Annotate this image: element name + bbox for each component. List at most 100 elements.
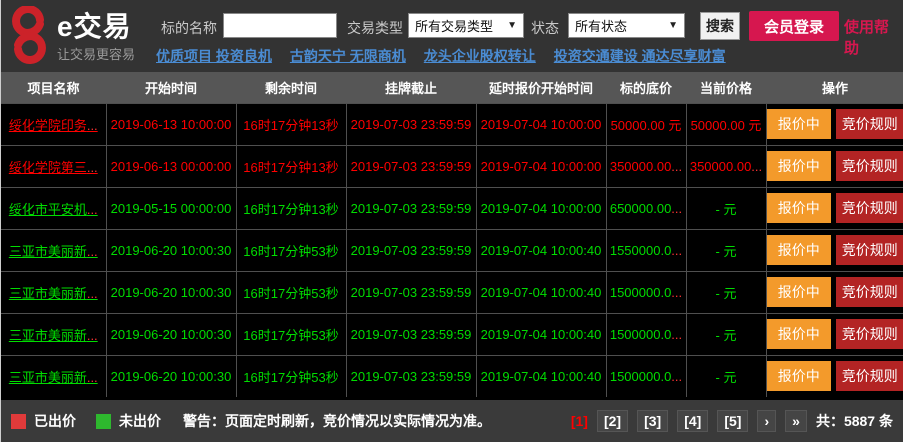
truncation-ellipsis: ... bbox=[671, 285, 682, 300]
project-name-link[interactable]: 绥化学院印务... bbox=[9, 118, 98, 133]
bid-legend-swatch bbox=[11, 414, 26, 429]
base-price-cell: 1500000.0... bbox=[606, 271, 686, 313]
column-header: 剩余时间 bbox=[236, 72, 346, 103]
bidding-rules-button[interactable]: 竞价规则 bbox=[836, 151, 903, 181]
actions-cell: 报价中竞价规则 bbox=[766, 187, 903, 229]
base-price-cell: 1500000.0... bbox=[606, 355, 686, 397]
delay-start-cell: 2019-07-04 10:00:40 bbox=[476, 355, 606, 397]
project-name-link[interactable]: 三亚市美丽新... bbox=[9, 244, 98, 259]
table-header-row: 项目名称开始时间剩余时间挂牌截止延时报价开始时间标的底价当前价格操作 bbox=[1, 72, 903, 103]
table-row: 三亚市美丽新...2019-06-20 10:00:3016时17分钟53秒20… bbox=[1, 355, 903, 397]
start-time-cell: 2019-06-20 10:00:30 bbox=[106, 313, 236, 355]
bid-legend-label: 已出价 bbox=[34, 411, 76, 431]
project-name-cell: 绥化学院印务... bbox=[1, 103, 106, 145]
page-last[interactable]: » bbox=[785, 410, 807, 432]
project-name-link[interactable]: 三亚市美丽新... bbox=[9, 286, 98, 301]
listings-table: 项目名称开始时间剩余时间挂牌截止延时报价开始时间标的底价当前价格操作 绥化学院印… bbox=[1, 72, 903, 397]
page-next[interactable]: › bbox=[757, 410, 776, 432]
bidding-button[interactable]: 报价中 bbox=[767, 277, 831, 307]
bidding-rules-button[interactable]: 竞价规则 bbox=[836, 109, 903, 139]
page-current[interactable]: [1] bbox=[571, 413, 588, 429]
status-select-value: 所有状态 bbox=[575, 16, 627, 35]
remaining-time-cell: 16时17分钟13秒 bbox=[236, 145, 346, 187]
bidding-button[interactable]: 报价中 bbox=[767, 109, 831, 139]
bidding-rules-button[interactable]: 竞价规则 bbox=[836, 193, 903, 223]
bidding-button[interactable]: 报价中 bbox=[767, 319, 831, 349]
start-time-cell: 2019-06-20 10:00:30 bbox=[106, 355, 236, 397]
promo-link-1[interactable]: 优质项目 投资良机 bbox=[156, 46, 272, 66]
type-select-value: 所有交易类型 bbox=[415, 16, 493, 35]
truncation-ellipsis: ... bbox=[87, 328, 98, 343]
delay-start-cell: 2019-07-04 10:00:40 bbox=[476, 271, 606, 313]
current-price-cell: - 元 bbox=[686, 313, 766, 355]
table-row: 绥化市平安机...2019-05-15 00:00:0016时17分钟13秒20… bbox=[1, 187, 903, 229]
base-price-cell: 1550000.0... bbox=[606, 229, 686, 271]
remaining-time-cell: 16时17分钟53秒 bbox=[236, 313, 346, 355]
truncation-ellipsis: ... bbox=[87, 244, 98, 259]
bidding-rules-button[interactable]: 竞价规则 bbox=[836, 319, 903, 349]
footer: 已出价 未出价 警告：页面定时刷新，竞价情况以实际情况为准。 [1] [2][3… bbox=[1, 400, 903, 442]
bidding-rules-button[interactable]: 竞价规则 bbox=[836, 235, 903, 265]
project-name-cell: 三亚市美丽新... bbox=[1, 271, 106, 313]
chevron-down-icon: ▼ bbox=[668, 20, 678, 31]
remaining-time-cell: 16时17分钟13秒 bbox=[236, 103, 346, 145]
actions-cell: 报价中竞价规则 bbox=[766, 103, 903, 145]
help-link[interactable]: 使用帮助 bbox=[844, 16, 903, 58]
table-row: 三亚市美丽新...2019-06-20 10:00:3016时17分钟53秒20… bbox=[1, 229, 903, 271]
base-price-cell: 1500000.0... bbox=[606, 313, 686, 355]
truncation-ellipsis: ... bbox=[87, 202, 98, 217]
deadline-cell: 2019-07-03 23:59:59 bbox=[346, 187, 476, 229]
page-link-5[interactable]: [5] bbox=[717, 410, 748, 432]
page-link-3[interactable]: [3] bbox=[637, 410, 668, 432]
delay-start-cell: 2019-07-04 10:00:00 bbox=[476, 103, 606, 145]
promo-link-2[interactable]: 古韵天宁 无限商机 bbox=[290, 46, 406, 66]
page-link-2[interactable]: [2] bbox=[597, 410, 628, 432]
name-input[interactable] bbox=[223, 13, 337, 38]
actions-cell: 报价中竞价规则 bbox=[766, 313, 903, 355]
delay-start-cell: 2019-07-04 10:00:00 bbox=[476, 187, 606, 229]
remaining-time-cell: 16时17分钟53秒 bbox=[236, 271, 346, 313]
delay-start-cell: 2019-07-04 10:00:00 bbox=[476, 145, 606, 187]
table-head: 项目名称开始时间剩余时间挂牌截止延时报价开始时间标的底价当前价格操作 bbox=[1, 72, 903, 103]
table-row: 三亚市美丽新...2019-06-20 10:00:3016时17分钟53秒20… bbox=[1, 271, 903, 313]
type-select[interactable]: 所有交易类型 ▼ bbox=[408, 13, 524, 38]
column-header: 开始时间 bbox=[106, 72, 236, 103]
status-select[interactable]: 所有状态 ▼ bbox=[568, 13, 685, 38]
project-name-link[interactable]: 绥化市平安机... bbox=[9, 202, 98, 217]
delay-start-cell: 2019-07-04 10:00:40 bbox=[476, 313, 606, 355]
truncation-ellipsis: ... bbox=[87, 160, 98, 175]
project-name-link[interactable]: 三亚市美丽新... bbox=[9, 370, 98, 385]
page-link-4[interactable]: [4] bbox=[677, 410, 708, 432]
truncation-ellipsis: ... bbox=[671, 327, 682, 342]
project-name-link[interactable]: 三亚市美丽新... bbox=[9, 328, 98, 343]
deadline-cell: 2019-07-03 23:59:59 bbox=[346, 313, 476, 355]
promo-link-4[interactable]: 投资交通建设 通达尽享财富 bbox=[554, 46, 726, 66]
table-row: 绥化学院第三...2019-06-13 00:00:0016时17分钟13秒20… bbox=[1, 145, 903, 187]
truncation-ellipsis: ... bbox=[671, 201, 682, 216]
start-time-cell: 2019-06-13 10:00:00 bbox=[106, 103, 236, 145]
current-price-cell: - 元 bbox=[686, 355, 766, 397]
table-body: 绥化学院印务...2019-06-13 10:00:0016时17分钟13秒20… bbox=[1, 103, 903, 397]
promo-link-3[interactable]: 龙头企业股权转让 bbox=[424, 46, 536, 66]
search-button[interactable]: 搜索 bbox=[700, 12, 740, 40]
truncation-ellipsis: ... bbox=[87, 286, 98, 301]
name-label: 标的名称 bbox=[161, 18, 217, 38]
deadline-cell: 2019-07-03 23:59:59 bbox=[346, 103, 476, 145]
truncation-ellipsis: ... bbox=[87, 370, 98, 385]
etrade-listing-page: e交易 让交易更容易 标的名称 交易类型 所有交易类型 ▼ 状态 所有状态 ▼ … bbox=[0, 0, 903, 442]
bidding-button[interactable]: 报价中 bbox=[767, 235, 831, 265]
bidding-rules-button[interactable]: 竞价规则 bbox=[836, 361, 903, 391]
bidding-rules-button[interactable]: 竞价规则 bbox=[836, 277, 903, 307]
project-name-cell: 三亚市美丽新... bbox=[1, 355, 106, 397]
project-name-link[interactable]: 绥化学院第三... bbox=[9, 160, 98, 175]
start-time-cell: 2019-05-15 00:00:00 bbox=[106, 187, 236, 229]
refresh-warning: 警告：页面定时刷新，竞价情况以实际情况为准。 bbox=[183, 411, 491, 431]
bidding-button[interactable]: 报价中 bbox=[767, 193, 831, 223]
logo[interactable]: e交易 让交易更容易 bbox=[7, 6, 135, 64]
bidding-button[interactable]: 报价中 bbox=[767, 361, 831, 391]
start-time-cell: 2019-06-20 10:00:30 bbox=[106, 229, 236, 271]
base-price-cell: 50000.00 元 bbox=[606, 103, 686, 145]
bidding-button[interactable]: 报价中 bbox=[767, 151, 831, 181]
remaining-time-cell: 16时17分钟13秒 bbox=[236, 187, 346, 229]
member-login-button[interactable]: 会员登录 bbox=[749, 11, 839, 41]
